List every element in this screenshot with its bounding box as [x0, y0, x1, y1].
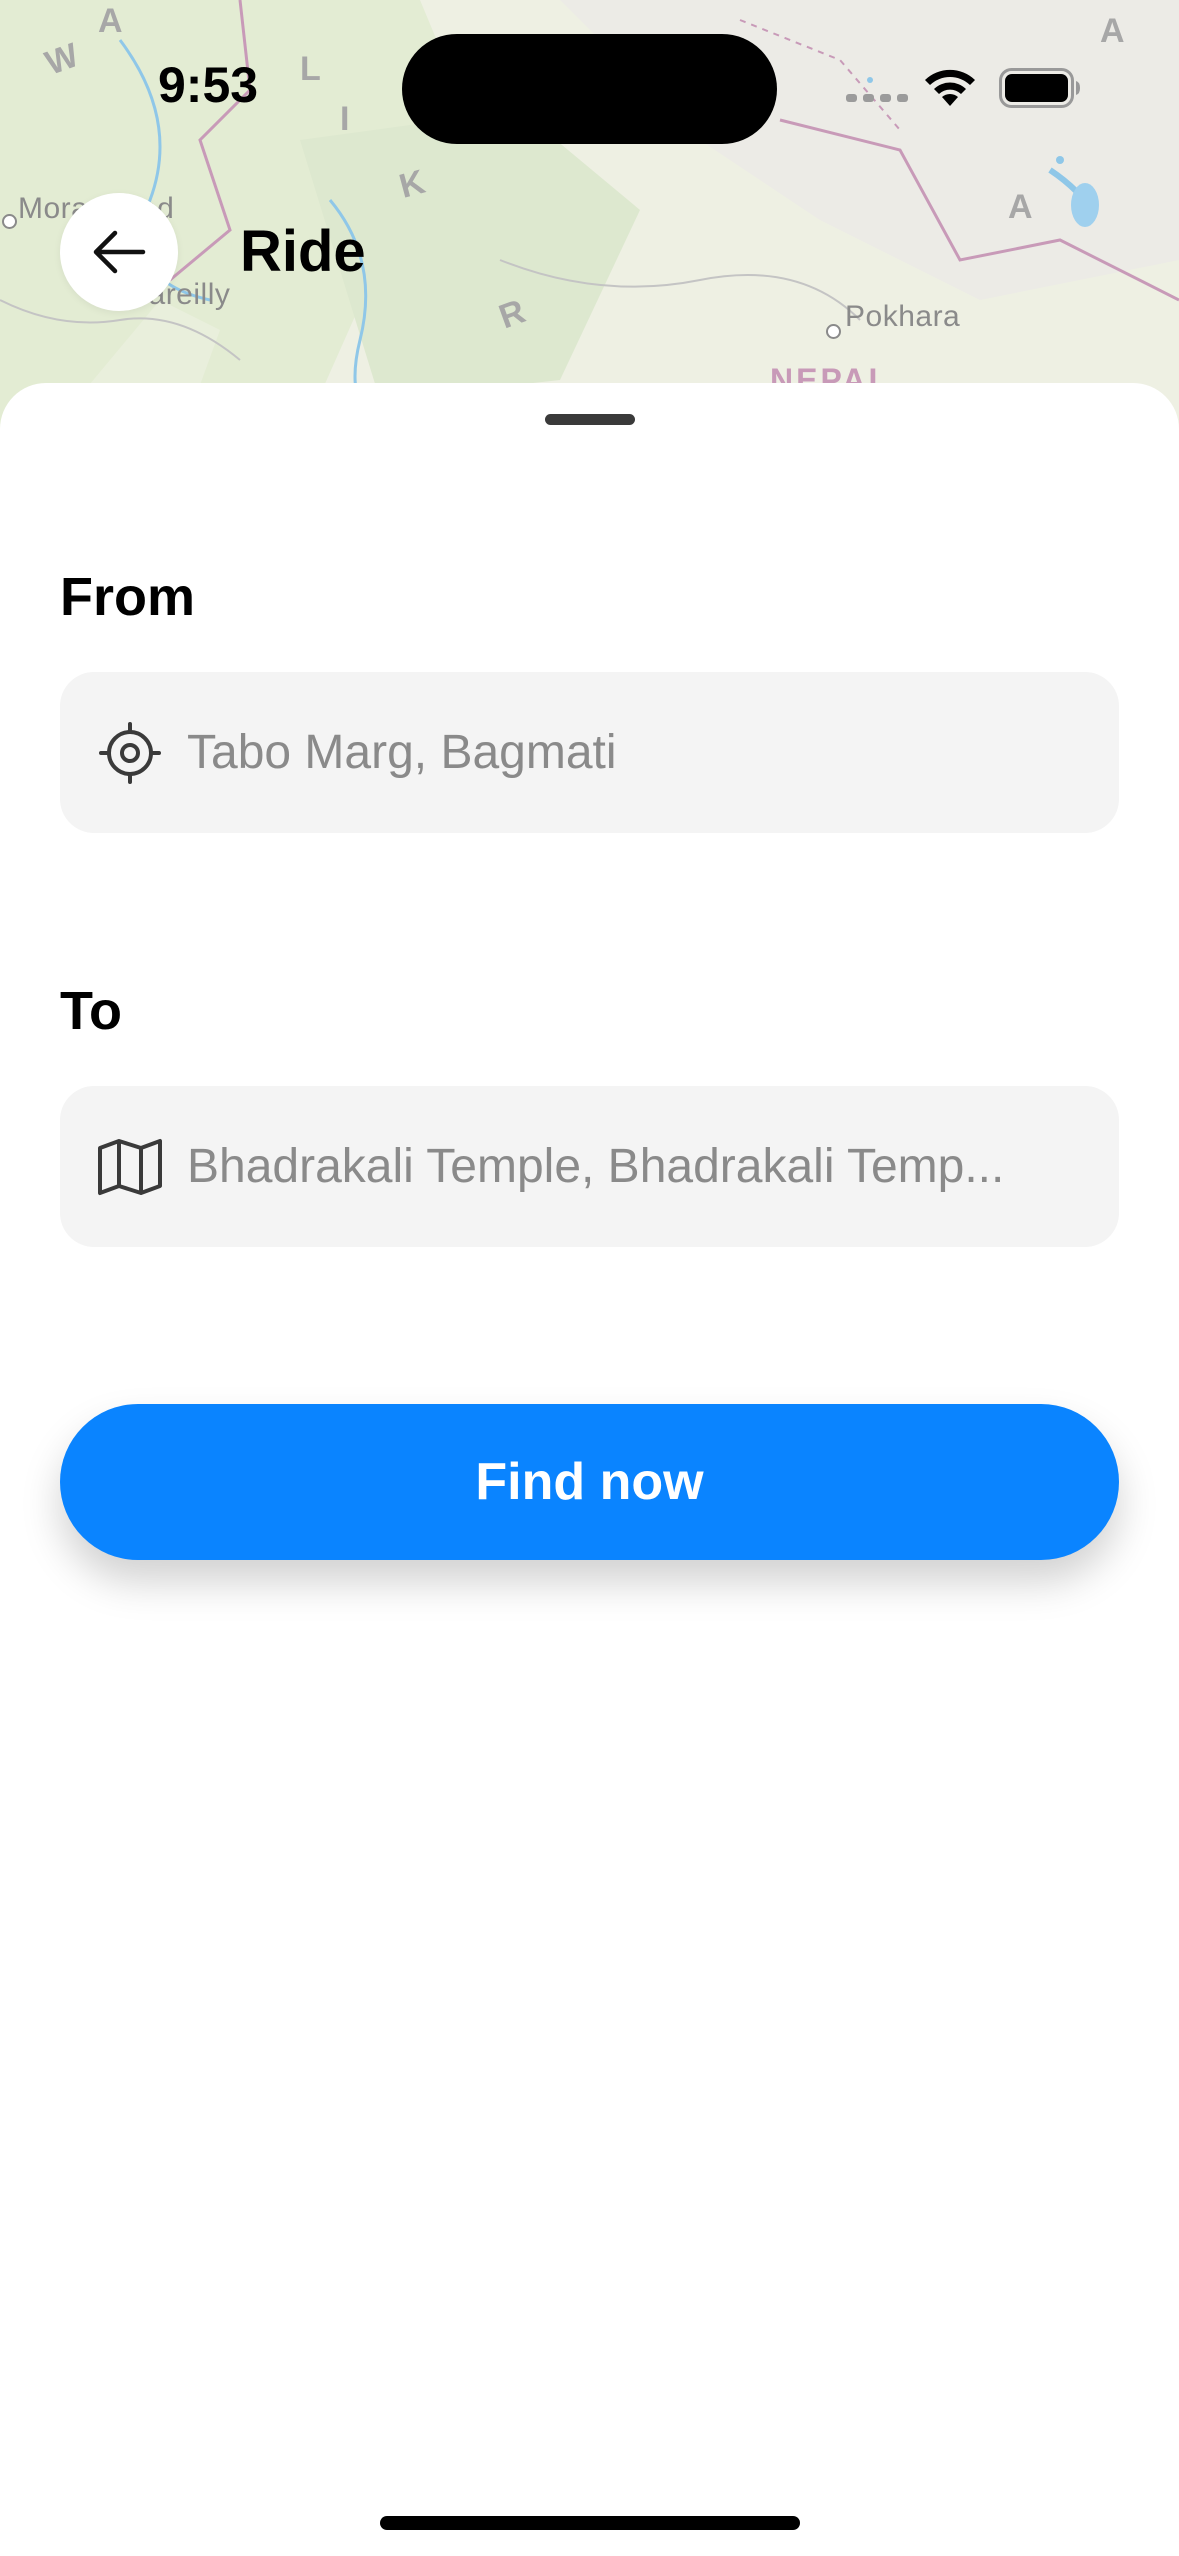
status-time: 9:53	[158, 57, 259, 113]
bottom-sheet: From To Find now	[0, 383, 1179, 2556]
find-now-button[interactable]: Find now	[60, 1404, 1119, 1560]
arrow-left-icon	[93, 230, 146, 274]
from-label: From	[60, 567, 195, 627]
map-icon	[95, 1132, 165, 1202]
to-field[interactable]	[60, 1086, 1119, 1247]
page-title: Ride	[240, 219, 366, 284]
to-label: To	[60, 981, 122, 1041]
wifi-icon	[925, 69, 975, 106]
to-input[interactable]	[187, 1139, 1087, 1194]
target-location-icon	[95, 718, 165, 788]
city-dot-moradabad	[2, 214, 17, 229]
from-field[interactable]	[60, 672, 1119, 833]
sheet-drag-handle[interactable]	[545, 414, 635, 425]
from-input[interactable]	[187, 725, 1087, 780]
map-region-letter: I	[340, 100, 352, 138]
map-label-pokhara: Pokhara	[845, 300, 961, 333]
map-region-letter: A	[1008, 188, 1035, 226]
map-region-letter: A	[1100, 12, 1127, 50]
map-region-letter: A	[98, 2, 125, 40]
cellular-signal-icon	[846, 94, 908, 102]
home-indicator[interactable]	[380, 2516, 800, 2530]
city-dot-pokhara	[826, 324, 841, 339]
map-region-letter: L	[300, 50, 323, 88]
battery-icon	[999, 68, 1080, 108]
back-button[interactable]	[60, 193, 178, 311]
dynamic-island	[402, 34, 777, 144]
